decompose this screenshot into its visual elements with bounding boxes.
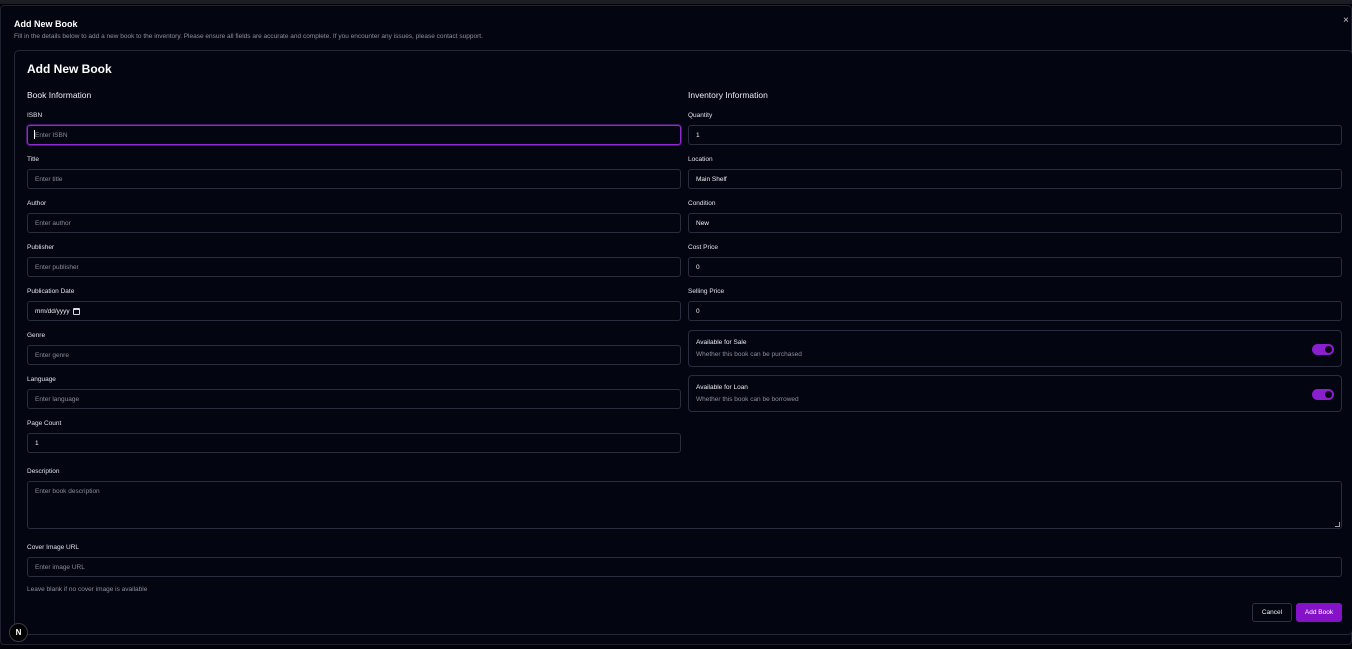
cost-price-label: Cost Price (688, 244, 718, 251)
condition-label: Condition (688, 200, 716, 207)
book-information-heading: Book Information (27, 90, 92, 100)
form-title: Add New Book (27, 62, 112, 76)
isbn-label: ISBN (27, 112, 43, 119)
calendar-icon[interactable] (72, 307, 80, 315)
author-input[interactable] (27, 213, 681, 233)
publication-date-input[interactable]: mm/dd/yyyy (27, 301, 681, 321)
available-for-sale-toggle[interactable] (1312, 344, 1334, 355)
available-for-loan-panel: Available for Loan Whether this book can… (688, 375, 1342, 412)
title-label: Title (27, 156, 40, 163)
genre-input[interactable] (27, 345, 681, 365)
language-label: Language (27, 376, 56, 383)
language-input[interactable] (27, 389, 681, 409)
cost-price-input[interactable] (688, 257, 1342, 277)
quantity-label: Quantity (688, 112, 713, 119)
page-count-label: Page Count (27, 420, 62, 427)
selling-price-input[interactable] (688, 301, 1342, 321)
resize-handle-icon[interactable] (1335, 522, 1340, 527)
cover-image-hint: Leave blank if no cover image is availab… (27, 586, 148, 593)
add-book-form-card: Add New Book Book Information Inventory … (14, 50, 1352, 635)
publisher-label: Publisher (27, 244, 55, 251)
window-top-bar (0, 0, 1352, 4)
condition-input[interactable] (688, 213, 1342, 233)
close-icon[interactable]: × (1343, 15, 1351, 27)
available-for-sale-panel: Available for Sale Whether this book can… (688, 330, 1342, 367)
selling-price-label: Selling Price (688, 288, 725, 295)
add-book-dialog: × Add New Book Fill in the details below… (0, 5, 1352, 645)
dialog-title: Add New Book (14, 19, 78, 29)
page-count-input[interactable] (27, 433, 681, 453)
available-for-sale-title: Available for Sale (696, 339, 747, 346)
next-logo-icon[interactable]: N (9, 623, 28, 642)
isbn-input[interactable] (27, 125, 681, 145)
publication-date-label: Publication Date (27, 288, 75, 295)
toggle-knob (1325, 346, 1332, 353)
location-input[interactable] (688, 169, 1342, 189)
publisher-input[interactable] (27, 257, 681, 277)
description-label: Description (27, 468, 60, 475)
quantity-input[interactable] (688, 125, 1342, 145)
description-textarea[interactable] (27, 481, 1342, 529)
available-for-loan-subtitle: Whether this book can be borrowed (696, 396, 799, 403)
inventory-information-heading: Inventory Information (688, 90, 768, 100)
available-for-loan-toggle[interactable] (1312, 389, 1334, 400)
cover-image-label: Cover Image URL (27, 544, 80, 551)
isbn-field-wrap (27, 125, 681, 145)
location-label: Location (688, 156, 713, 163)
available-for-loan-title: Available for Loan (696, 384, 748, 391)
date-value: mm/dd/yyyy (35, 307, 70, 315)
toggle-knob (1325, 391, 1332, 398)
text-caret (34, 130, 35, 139)
author-label: Author (27, 200, 47, 207)
genre-label: Genre (27, 332, 46, 339)
available-for-sale-subtitle: Whether this book can be purchased (696, 351, 802, 358)
dialog-description: Fill in the details below to add a new b… (14, 33, 483, 40)
cover-image-input[interactable] (27, 557, 1342, 577)
title-input[interactable] (27, 169, 681, 189)
cancel-button[interactable]: Cancel (1252, 603, 1292, 622)
description-wrap (27, 481, 1342, 529)
add-book-button[interactable]: Add Book (1296, 603, 1342, 622)
